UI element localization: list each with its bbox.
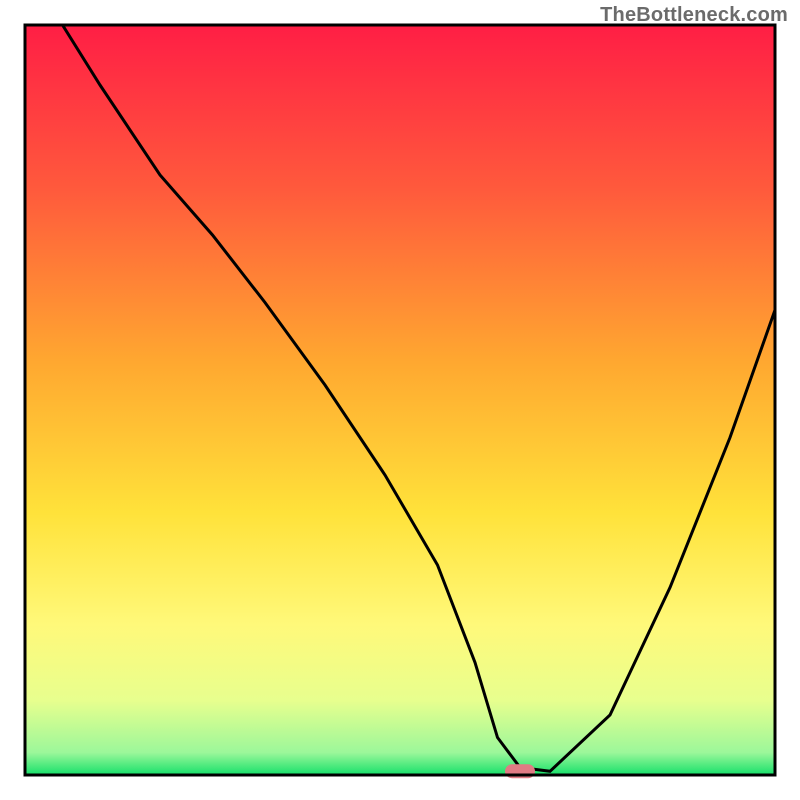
watermark-text: TheBottleneck.com	[600, 4, 788, 27]
plot-background	[25, 25, 775, 775]
bottleneck-chart	[0, 0, 800, 800]
chart-container: TheBottleneck.com	[0, 0, 800, 800]
